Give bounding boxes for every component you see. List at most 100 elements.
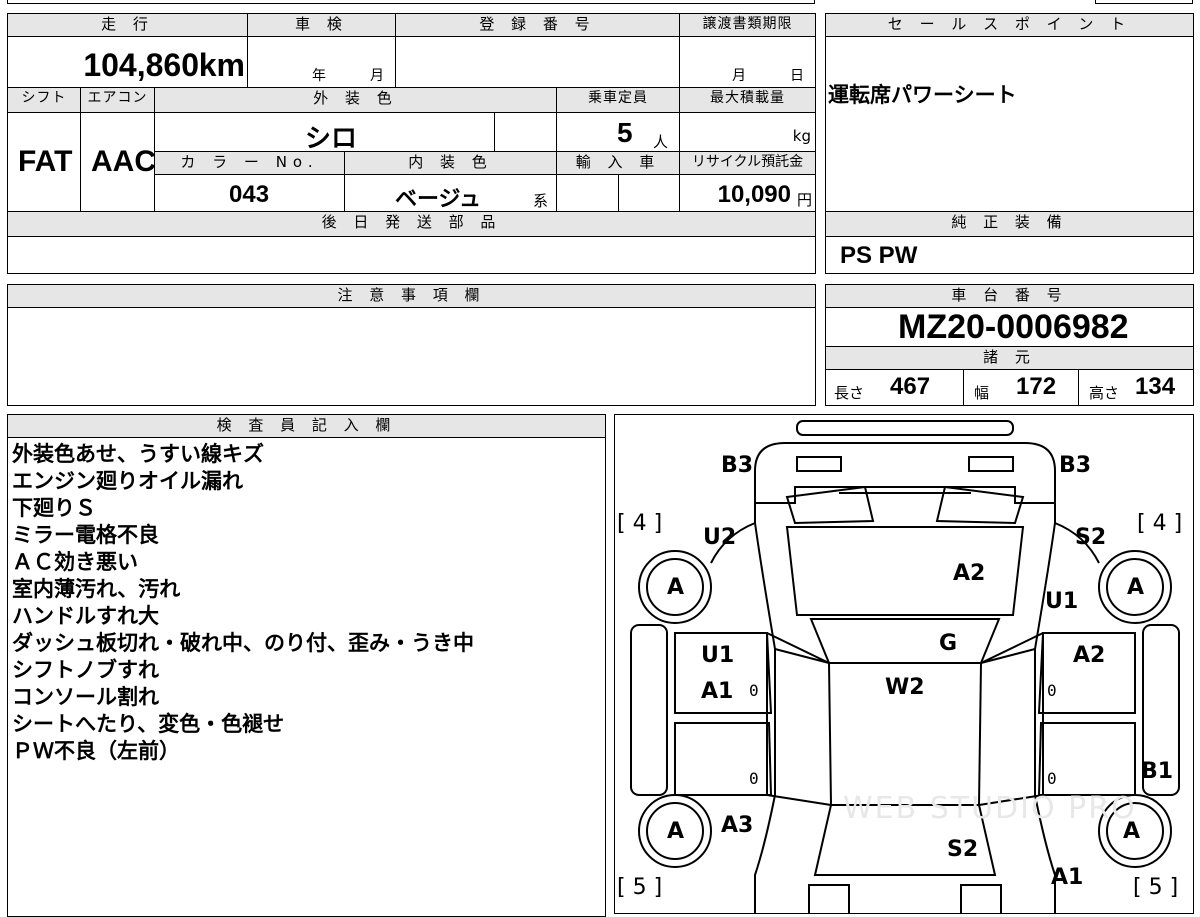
specs-length-label: 長さ: [834, 384, 865, 402]
inspector-note-line: シートへたり、変色・色褪せ: [12, 712, 285, 736]
chassis-number-header: 車 台 番 号: [825, 284, 1194, 308]
specs-length-cell: 長さ 467: [825, 369, 964, 406]
damage-label-b3-right: B3: [1059, 453, 1092, 478]
inspector-note-line: ダッシュ板切れ・破れ中、のり付、歪み・うき中: [12, 631, 474, 655]
door-mark-left-front: 0: [749, 681, 759, 700]
shift-cell: FAT: [7, 112, 81, 212]
damage-label-g: G: [939, 631, 958, 656]
damage-label-a1-left: A1: [701, 679, 734, 704]
specs-height-value: 134: [1135, 373, 1176, 400]
color-no-value: 043: [229, 181, 270, 208]
color-no-cell: 043: [154, 174, 345, 212]
damage-label-u2: U2: [703, 525, 737, 550]
registration-header: 登 録 番 号: [395, 13, 680, 37]
watermark-text: WEB STUDIO PRO: [843, 791, 1137, 826]
shift-header: シフト: [7, 87, 81, 113]
damage-label-u1-left: U1: [701, 643, 735, 668]
interior-color-value: ベージュ: [395, 187, 482, 212]
ac-header: エアコン: [80, 87, 155, 113]
inspector-note-line: ＰＷ不良（左前）: [12, 739, 180, 763]
damage-label-wheel-rl: A: [667, 819, 685, 844]
windshield-shape: [809, 618, 1001, 664]
capacity-header: 乗車定員: [556, 87, 680, 113]
mileage-unit: km: [198, 47, 245, 83]
registration-cell: [395, 36, 680, 88]
inspector-note-line: ミラー電格不良: [12, 523, 159, 547]
inspector-note-line: 下廻りＳ: [12, 496, 96, 520]
exterior-color-cell: シロ: [154, 112, 495, 153]
recycle-deposit-header: リサイクル預託金: [679, 151, 816, 175]
inspector-note-line: エンジン廻りオイル漏れ: [12, 469, 243, 493]
door-mark-right-rear: 0: [1047, 769, 1057, 788]
tire-label-front-left: [ 4 ]: [617, 511, 663, 536]
tire-label-rear-left: [ 5 ]: [617, 875, 663, 900]
specs-length-value: 467: [890, 373, 931, 400]
recycle-deposit-unit: 円: [796, 191, 812, 209]
damage-label-s2-top: S2: [1075, 525, 1107, 550]
damage-label-a1-bottom: A1: [1051, 865, 1084, 890]
max-load-header: 最大積載量: [679, 87, 816, 113]
specs-header: 諸 元: [825, 346, 1194, 370]
caution-header: 注 意 事 項 欄: [7, 284, 816, 308]
tire-label-front-right: [ 4 ]: [1137, 511, 1183, 536]
inspector-note-line: コンソール割れ: [12, 685, 159, 709]
import-cell-b: [618, 174, 680, 212]
specs-width-value: 172: [1016, 373, 1057, 400]
left-diagonal-shape: [766, 632, 832, 806]
inspection-month: 月: [370, 68, 384, 84]
damage-label-wheel-fl: A: [667, 575, 685, 600]
specs-width-label: 幅: [974, 384, 990, 402]
sales-point-value: 運転席パワーシート: [828, 83, 1017, 107]
damage-label-a2-hood: A2: [953, 561, 986, 586]
hood-shape: [785, 526, 1025, 616]
ac-cell: AAC: [80, 112, 156, 212]
recycle-deposit-value: 10,090: [717, 181, 791, 208]
later-parts-cell: [7, 236, 816, 274]
damage-label-b3-left: B3: [721, 453, 754, 478]
inspection-cell: 年 月: [247, 36, 396, 88]
transfer-deadline-cell: 月 日: [679, 36, 816, 88]
body-outline-right-shape: [1034, 503, 1056, 913]
transfer-day: 日: [790, 68, 804, 84]
specs-width-cell: 幅 172: [963, 369, 1079, 406]
damage-diagram-frame: B3 B3 [ 4 ] [ 4 ] U2 S2 A2 U1 A A G U1 A…: [614, 414, 1194, 914]
inspection-year: 年: [312, 68, 326, 84]
exterior-color-extra-cell: [494, 112, 557, 152]
later-parts-header: 後 日 発 送 部 品: [7, 211, 816, 237]
recycle-deposit-cell: 10,090 円: [679, 174, 816, 212]
damage-label-w2: W2: [885, 675, 925, 700]
mileage-header: 走 行: [7, 13, 248, 37]
mileage-cell: 104,860 km: [7, 36, 248, 88]
transfer-deadline-header: 譲渡書類期限: [679, 13, 816, 37]
damage-label-s2-bottom: S2: [947, 837, 979, 862]
sales-point-header: セ ー ル ス ポ イ ン ト: [825, 13, 1194, 37]
damage-label-b1: B1: [1141, 759, 1174, 784]
genuine-equipment-cell: PS PW: [825, 236, 1194, 274]
import-header: 輸 入 車: [556, 151, 680, 175]
front-bumper-shape: [796, 420, 1014, 436]
max-load-unit: kg: [792, 127, 811, 145]
damage-label-wheel-fr: A: [1127, 575, 1145, 600]
specs-height-label: 高さ: [1089, 384, 1120, 402]
interior-color-header: 内 装 色: [344, 151, 557, 175]
interior-color-suffix: 系: [533, 192, 549, 210]
door-mark-right-front: 0: [1047, 681, 1057, 700]
max-load-cell: kg: [679, 112, 816, 152]
specs-height-cell: 高さ 134: [1078, 369, 1194, 406]
capacity-unit: 人: [653, 133, 669, 151]
inspection-header: 車 検: [247, 13, 396, 37]
top-clipped-strip: [7, 0, 815, 4]
genuine-equipment-header: 純 正 装 備: [825, 211, 1194, 237]
inspector-note-line: 室内薄汚れ、汚れ: [12, 577, 181, 601]
inspector-note-line: シフトノブすれ: [12, 658, 159, 682]
sales-point-cell: 運転席パワーシート: [825, 36, 1194, 212]
import-cell-a: [556, 174, 619, 212]
door-mark-left-rear: 0: [749, 769, 759, 788]
inspector-notes-list: 外装色あせ、うすい線キズ エンジン廻りオイル漏れ 下廻りＳ ミラー電格不良 ＡＣ効き悪い…: [12, 441, 474, 765]
damage-label-a3: A3: [721, 813, 754, 838]
headlight-right-shape: [968, 456, 1014, 472]
inspector-note-line: ＡＣ効き悪い: [12, 550, 138, 574]
inspector-note-line: 外装色あせ、うすい線キズ: [12, 442, 264, 466]
top-clipped-strip-right: [1095, 0, 1193, 4]
tire-label-rear-right: [ 5 ]: [1133, 875, 1179, 900]
